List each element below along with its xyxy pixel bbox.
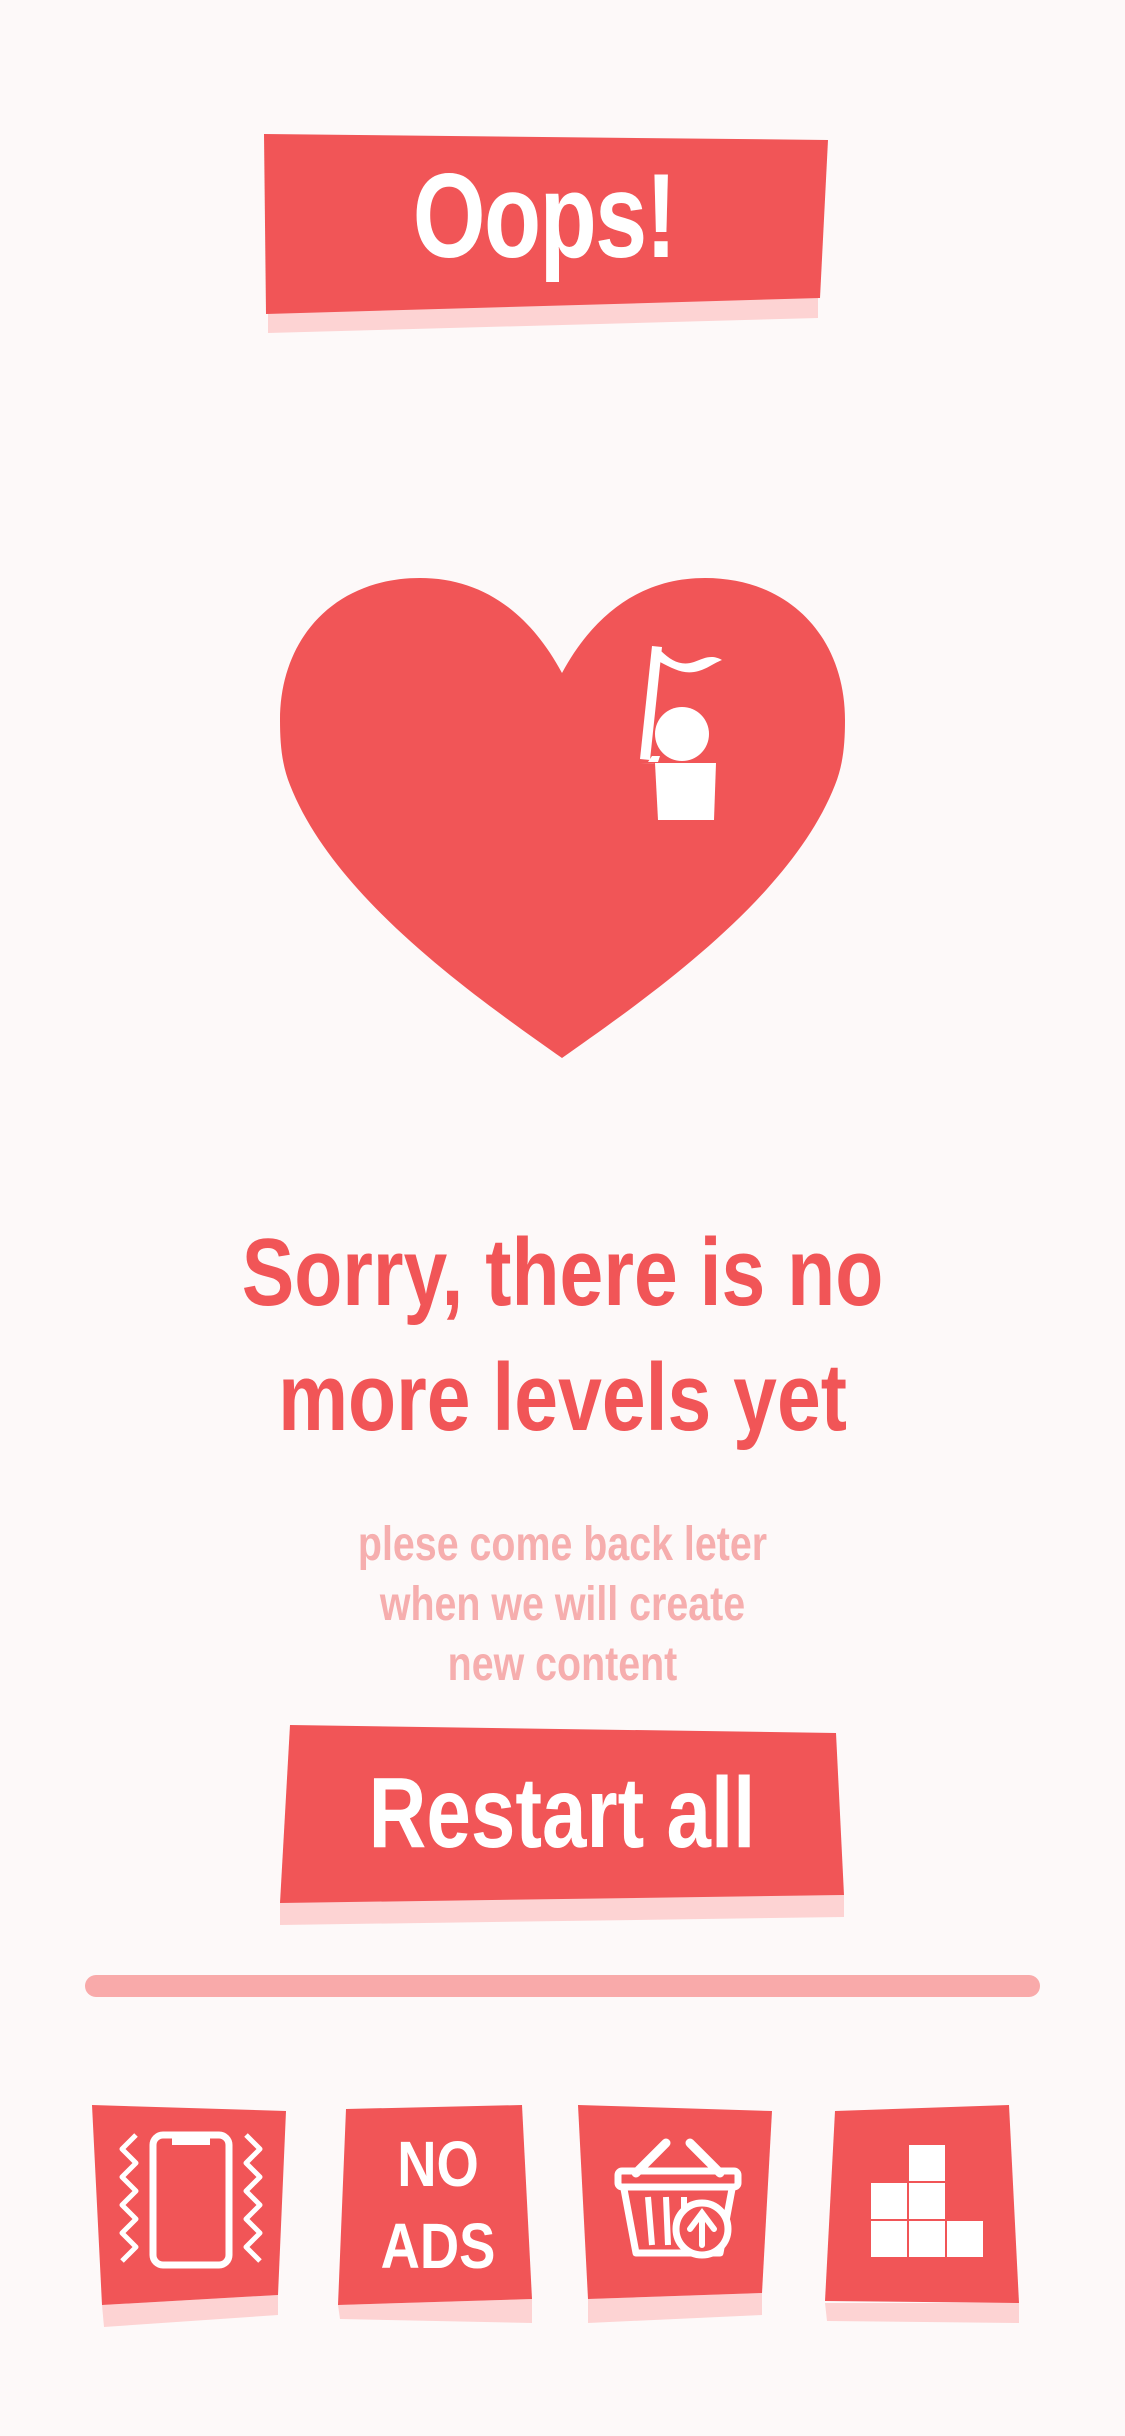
divider [85,1975,1040,1997]
vibration-toggle-button[interactable] [92,2105,292,2327]
subtext: plese come back leter when we will creat… [265,1515,860,1695]
title-banner: Oops! [258,128,830,333]
headline: Sorry, there is no more levels yet [183,1210,942,1460]
restart-all-label: Restart all [368,1756,756,1869]
phone-vibrate-icon [119,2131,263,2269]
heart-illustration [280,570,845,1060]
blocks-stack-icon [871,2145,983,2257]
shop-button[interactable] [578,2105,778,2327]
no-ads-line-2: ADS [380,2210,496,2282]
subtext-line-2: when we will create [379,1578,746,1631]
headline-line-1: Sorry, there is no [241,1219,884,1326]
no-ads-label: NO ADS [353,2123,523,2287]
restart-all-button[interactable]: Restart all [278,1723,846,1928]
subtext-line-3: new content [447,1638,678,1691]
subtext-line-1: plese come back leter [357,1518,768,1571]
levels-button[interactable] [825,2105,1025,2327]
page-title: Oops! [412,148,677,283]
shopping-basket-icon [614,2138,742,2259]
no-ads-button[interactable]: NO ADS [338,2105,538,2327]
no-ads-line-1: NO [397,2128,479,2200]
heart-icon [280,578,845,1058]
headline-line-2: more levels yet [278,1344,847,1451]
